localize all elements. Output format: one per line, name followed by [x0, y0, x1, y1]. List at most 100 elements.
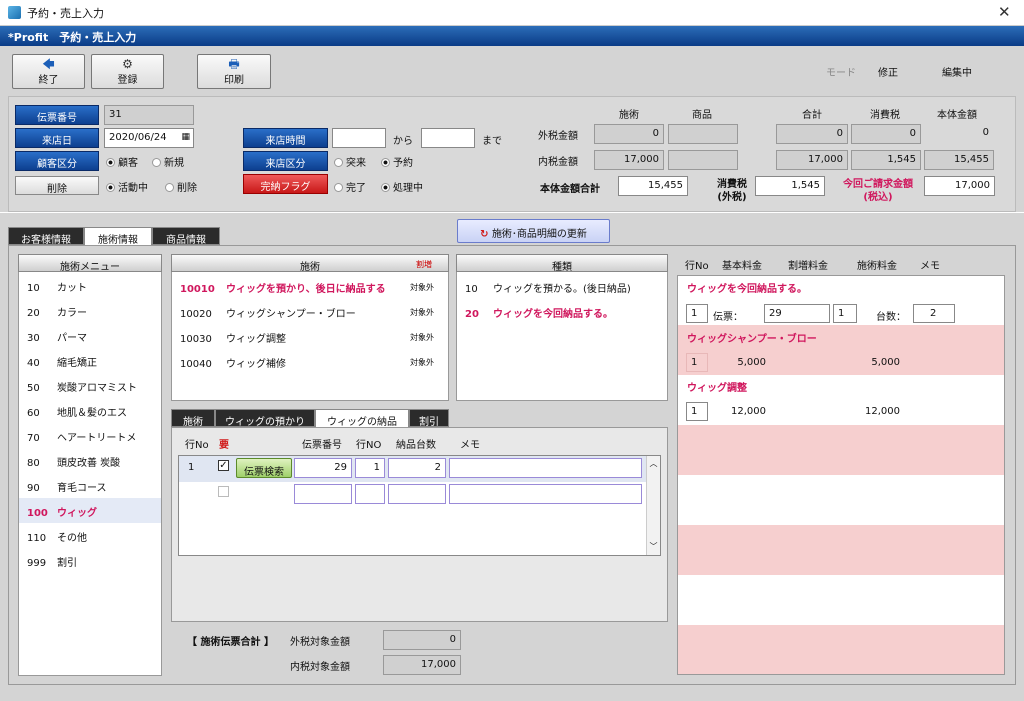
- kind-list-title: 種類: [456, 254, 668, 273]
- visit-date-input[interactable]: 2020/06/24 ▦: [104, 128, 194, 148]
- subtab-discount[interactable]: 割引: [409, 409, 449, 428]
- delivery-memo-input[interactable]: [449, 458, 642, 478]
- service-item[interactable]: 10020 ウィッグシャンプー・ブロー 対象外: [172, 299, 448, 324]
- menu-item-name: 頭皮改善 炭酸: [57, 458, 121, 469]
- menu-item-code: 30: [27, 333, 40, 344]
- menu-item-name: カット: [57, 283, 87, 294]
- service-item[interactable]: 10010 ウィッグを預かり、後日に納品する 対象外: [172, 274, 448, 299]
- menu-item-name: カラー: [57, 308, 87, 319]
- kind-item-code: 20: [465, 309, 479, 320]
- amount-col-service: 施術: [619, 110, 639, 121]
- menu-item-name: 縮毛矯正: [57, 358, 97, 369]
- customer-radio-customer[interactable]: 顧客: [106, 154, 138, 169]
- menu-item-name: 炭酸アロマミスト: [57, 383, 137, 394]
- menu-item[interactable]: 20 カラー: [19, 298, 161, 323]
- kind-item[interactable]: 20 ウィッグを今回納品する。: [457, 299, 667, 324]
- service-item-code: 10040: [180, 359, 212, 370]
- close-icon[interactable]: ✕: [998, 3, 1011, 21]
- delivery-qty-input[interactable]: 2: [388, 458, 446, 478]
- slip-search-button[interactable]: 伝票検索: [236, 458, 292, 478]
- delivery-line-input[interactable]: 1: [355, 458, 385, 478]
- kind-item-name: ウィッグを預かる。(後日納品): [493, 284, 631, 295]
- menu-item-name: ヘアートリートメ: [57, 433, 137, 444]
- service-item-code: 10020: [180, 309, 212, 320]
- delivery-slip-input[interactable]: 29: [294, 458, 352, 478]
- menu-item[interactable]: 90 育毛コース: [19, 473, 161, 498]
- customer-radio-new[interactable]: 新規: [152, 154, 184, 169]
- menu-item-code: 40: [27, 358, 40, 369]
- slip-no-field: 31: [104, 105, 194, 125]
- service-list-title: 施術: [300, 262, 320, 273]
- service-item-name: ウィッグ調整: [226, 334, 286, 345]
- menu-item[interactable]: 999 割引: [19, 548, 161, 573]
- detail-g1-slip[interactable]: 29: [764, 304, 830, 323]
- menu-item[interactable]: 70 ヘアートリートメ: [19, 423, 161, 448]
- detail-g1-line[interactable]: 1: [833, 304, 857, 323]
- detail-g2-row[interactable]: 1: [686, 353, 708, 372]
- detail-g1-row[interactable]: 1: [686, 304, 708, 323]
- slip-total-label: 【 施術伝票合計 】: [187, 637, 274, 648]
- refresh-button[interactable]: ↻ 施術･商品明細の更新: [457, 219, 610, 243]
- detail-row-4: [678, 425, 1004, 475]
- detail-g1-count[interactable]: 2: [913, 304, 955, 323]
- refresh-icon: ↻: [480, 229, 492, 240]
- detail-g2-title: ウィッグシャンプー・ブロー: [687, 334, 817, 345]
- chevron-up-icon[interactable]: ︿: [647, 458, 660, 469]
- tab-product[interactable]: 商品情報: [152, 227, 220, 246]
- service-item-tag: 対象外: [410, 308, 434, 317]
- kind-item[interactable]: 10 ウィッグを預かる。(後日納品): [457, 274, 667, 299]
- window-titlebar: 予約・売上入力 ✕: [0, 0, 1024, 26]
- delivery-h-slip: 伝票番号: [302, 440, 342, 451]
- subtab-service[interactable]: 施術: [171, 409, 215, 428]
- menu-item[interactable]: 40 縮毛矯正: [19, 348, 161, 373]
- complete-radio-processing[interactable]: 処理中: [381, 179, 423, 194]
- exit-button[interactable]: 🡄 終了: [12, 54, 85, 89]
- bill-field: 17,000: [924, 176, 995, 196]
- excl-base: 0: [982, 127, 989, 138]
- incl-tax: 1,545: [851, 150, 921, 170]
- service-list-header: 施術 割増: [171, 254, 449, 273]
- visit-time-from-input[interactable]: [332, 128, 386, 148]
- delivery-slip-input-empty[interactable]: [294, 484, 352, 504]
- required-checkbox-checked[interactable]: ✓: [218, 460, 229, 471]
- bill-label-line1: 今回ご請求金額: [843, 179, 913, 190]
- detail-g2-base: 5,000: [737, 357, 766, 368]
- visit-opt1: 突来: [346, 158, 366, 169]
- service-item[interactable]: 10030 ウィッグ調整 対象外: [172, 324, 448, 349]
- active-opt1: 活動中: [118, 183, 148, 194]
- subtab-wig-keep[interactable]: ウィッグの預かり: [215, 409, 315, 428]
- menu-item[interactable]: 10 カット: [19, 273, 161, 298]
- incl-base: 15,455: [924, 150, 994, 170]
- detail-g3-row[interactable]: 1: [686, 402, 708, 421]
- delivery-qty-input-empty[interactable]: [388, 484, 446, 504]
- service-menu-title: 施術メニュー: [18, 254, 162, 273]
- chevron-down-icon[interactable]: ﹀: [647, 541, 660, 552]
- visit-radio-walkin[interactable]: 突来: [334, 154, 366, 169]
- visit-time-to-input[interactable]: [421, 128, 475, 148]
- tab-service[interactable]: 施術情報: [84, 227, 152, 246]
- delivery-line-input-empty[interactable]: [355, 484, 385, 504]
- menu-item[interactable]: 30 パーマ: [19, 323, 161, 348]
- complete-radio-done[interactable]: 完了: [334, 179, 366, 194]
- service-item-code: 10030: [180, 334, 212, 345]
- subtab-wig-delivery[interactable]: ウィッグの納品: [315, 409, 409, 428]
- required-checkbox-empty[interactable]: [218, 486, 229, 497]
- print-button[interactable]: 🖶 印刷: [197, 54, 271, 89]
- delivery-scrollbar[interactable]: ︿ ﹀: [646, 456, 660, 555]
- service-item[interactable]: 10040 ウィッグ補修 対象外: [172, 349, 448, 374]
- calendar-icon[interactable]: ▦: [181, 132, 190, 142]
- menu-item[interactable]: 110 その他: [19, 523, 161, 548]
- deleted-radio[interactable]: 削除: [165, 179, 197, 194]
- excl-tax-label: 外税金額: [538, 131, 578, 142]
- visit-radio-reserve[interactable]: 予約: [381, 154, 413, 169]
- register-button[interactable]: ⚙ 登録: [91, 54, 164, 89]
- base-sum-label: 本体金額合計: [540, 184, 600, 195]
- delivery-memo-input-empty[interactable]: [449, 484, 642, 504]
- menu-item[interactable]: 60 地肌＆髪のエス: [19, 398, 161, 423]
- menu-item[interactable]: 50 炭酸アロマミスト: [19, 373, 161, 398]
- menu-item-code: 999: [27, 558, 47, 569]
- menu-item[interactable]: 100 ウィッグ: [19, 498, 161, 523]
- tab-customer[interactable]: お客様情報: [8, 227, 84, 246]
- menu-item[interactable]: 80 頭皮改善 炭酸: [19, 448, 161, 473]
- active-radio[interactable]: 活動中: [106, 179, 148, 194]
